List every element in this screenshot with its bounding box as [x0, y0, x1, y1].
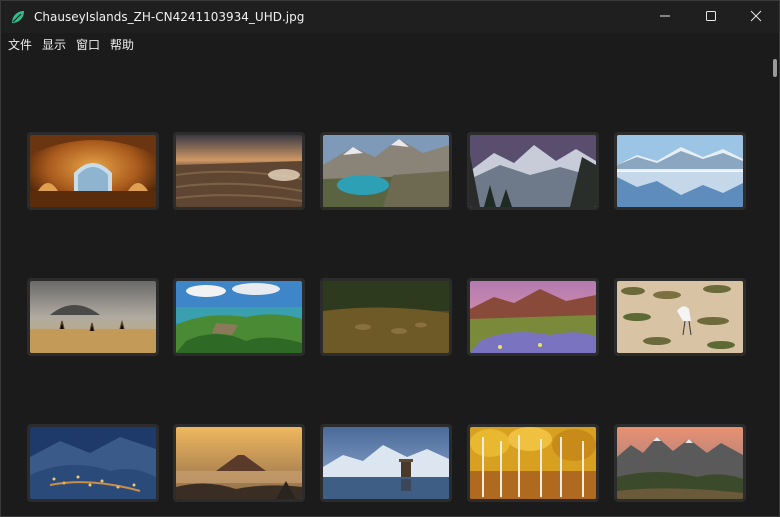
thumbnail-autumn-aspens[interactable] [467, 424, 599, 502]
thumbnail-wildflower-meadow[interactable] [467, 278, 599, 356]
thumbnail-image [323, 135, 449, 207]
thumbnail-alhambra-arch[interactable] [27, 132, 159, 210]
thumbnail-mountain-lake[interactable] [320, 132, 452, 210]
thumbnail-image [617, 427, 743, 499]
thumbnail-image [176, 281, 302, 353]
scrollbar-thumb[interactable] [773, 59, 777, 77]
thumbnail-image [30, 135, 156, 207]
thumbnail-mountain-reflection[interactable] [614, 132, 746, 210]
thumbnail-volcano-sunrise[interactable] [173, 424, 305, 502]
thumbnail-image [30, 427, 156, 499]
thumbnail-egret-lily-pads[interactable] [614, 278, 746, 356]
thumbnail-image [617, 135, 743, 207]
thumbnail-image [470, 427, 596, 499]
thumbnail-image [176, 135, 302, 207]
thumbnail-image [323, 281, 449, 353]
thumbnail-mountain-town-night[interactable] [27, 424, 159, 502]
thumbnail-sunset-fields[interactable] [173, 132, 305, 210]
thumbnail-snowy-peaks[interactable] [467, 132, 599, 210]
image-viewer-window: ChauseyIslands_ZH-CN4241103934_UHD.jpg 文… [0, 0, 780, 517]
thumbnail-grassland-animals[interactable] [320, 278, 452, 356]
vertical-scrollbar[interactable] [771, 57, 779, 516]
thumbnail-image [617, 281, 743, 353]
thumbnail-grid [1, 1, 771, 516]
thumbnail-rocky-mountains[interactable] [614, 424, 746, 502]
thumbnail-savanna-giraffes[interactable] [27, 278, 159, 356]
thumbnail-castle-lake[interactable] [320, 424, 452, 502]
thumbnail-image [176, 427, 302, 499]
thumbnail-image [323, 427, 449, 499]
thumbnail-image [30, 281, 156, 353]
thumbnail-coastal-island[interactable] [173, 278, 305, 356]
thumbnail-image [470, 281, 596, 353]
thumbnail-image [470, 135, 596, 207]
